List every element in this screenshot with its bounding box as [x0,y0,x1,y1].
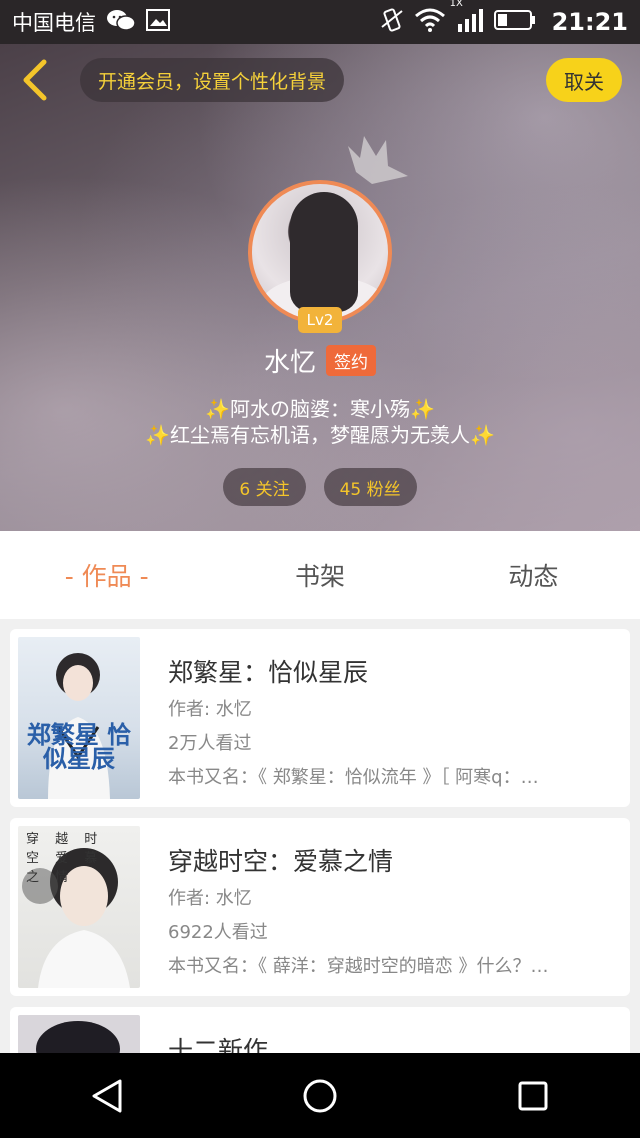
book-author: 作者: 水忆 [168,699,252,720]
sparkle-icon: ✨ [205,397,230,421]
book-title: 穿越时空：爱慕之情 [168,847,394,876]
network-badge: 1X [449,0,463,9]
tab-bookshelf[interactable]: 书架 [213,531,426,619]
book-list: 郑繁星 恰似星辰 郑繁星：恰似星辰 作者: 水忆 2万人看过 本书又名：《 郑繁… [0,619,640,1053]
sparkle-icon: ✨ [410,397,435,421]
book-cover [18,1015,140,1053]
wechat-icon [106,8,136,37]
username-row: 水忆 签约 [0,342,640,379]
nav-home-button[interactable] [290,1066,350,1126]
following-count[interactable]: 6 关注 [223,468,306,506]
nav-recents-button[interactable] [503,1066,563,1126]
stats-row: 6 关注 45 粉丝 [0,468,640,506]
circle-home-icon [303,1079,337,1112]
tab-works[interactable]: - 作品 - [0,531,213,619]
book-title: 十二新作 [168,1036,269,1053]
nav-back-button[interactable] [77,1066,137,1126]
list-item[interactable]: 穿 越 时 空 爱 慕 之 情 穿越时空：爱慕之情 作者: 水忆 6922人看过… [10,818,630,996]
wifi-icon [414,8,446,37]
book-cover: 穿 越 时 空 爱 慕 之 情 [18,826,140,988]
battery-icon [493,9,536,36]
profile-screen: 中国电信 1X 21:21 开通会员，设置个性化背景 取关 Lv2 水忆 签约 … [0,0,640,1138]
followers-count[interactable]: 45 粉丝 [323,468,417,506]
book-cover: 郑繁星 恰似星辰 [18,637,140,799]
triangle-back-icon [92,1079,122,1112]
bio: ✨阿水の脑婆：寒小殇✨ ✨红尘焉有忘机语，梦醒愿为无羡人✨ [0,396,640,448]
unfollow-button[interactable]: 取关 [546,58,622,102]
book-alias: 本书又名：《 薛洋：穿越时空的暗恋 》什么？… [168,956,549,977]
sparkle-icon: ✨ [145,423,170,447]
chevron-left-icon [23,59,47,101]
vip-background-banner[interactable]: 开通会员，设置个性化背景 [80,58,345,102]
signal-icon: 1X [450,0,484,37]
status-bar: 中国电信 1X 21:21 [0,0,640,44]
bio-line-2-text: 红尘焉有忘机语，梦醒愿为无羡人 [170,423,470,447]
book-cover-title: 穿 越 时 空 爱 慕 之 情 [26,832,104,885]
square-recents-icon [518,1081,548,1110]
status-right: 1X 21:21 [380,0,628,38]
back-button[interactable] [16,56,56,104]
book-title: 郑繁星：恰似星辰 [168,658,369,687]
bio-line-2: ✨红尘焉有忘机语，梦醒愿为无羡人✨ [0,422,640,448]
carrier-label: 中国电信 [12,11,96,35]
tab-bar: - 作品 - 书架 动态 [0,531,640,619]
username: 水忆 [263,348,316,378]
system-nav-bar [0,1053,640,1138]
level-badge: Lv2 [298,307,342,333]
book-alias: 本书又名：《 郑繁星：恰似流年 》［ 阿寒q：… [168,767,539,788]
avatar[interactable] [248,180,392,324]
signed-badge: 签约 [326,345,376,376]
book-author: 作者: 水忆 [168,888,252,909]
list-item[interactable]: 郑繁星 恰似星辰 郑繁星：恰似星辰 作者: 水忆 2万人看过 本书又名：《 郑繁… [10,629,630,807]
book-views: 2万人看过 [168,733,252,754]
clock: 21:21 [551,8,628,36]
tab-activity[interactable]: 动态 [427,531,640,619]
book-cover-title: 郑繁星 恰似星辰 [26,721,132,773]
bio-line-1: ✨阿水の脑婆：寒小殇✨ [0,396,640,422]
crown-icon [342,132,412,196]
bio-line-1-text: 阿水の脑婆：寒小殇 [230,397,410,421]
image-icon [146,8,170,36]
book-views: 6922人看过 [168,922,268,943]
sparkle-icon: ✨ [470,423,495,447]
vibrate-icon [380,7,404,38]
avatar-hair-shape [290,192,358,312]
list-item[interactable]: 十二新作 [10,1007,630,1053]
status-left: 中国电信 [12,7,170,37]
